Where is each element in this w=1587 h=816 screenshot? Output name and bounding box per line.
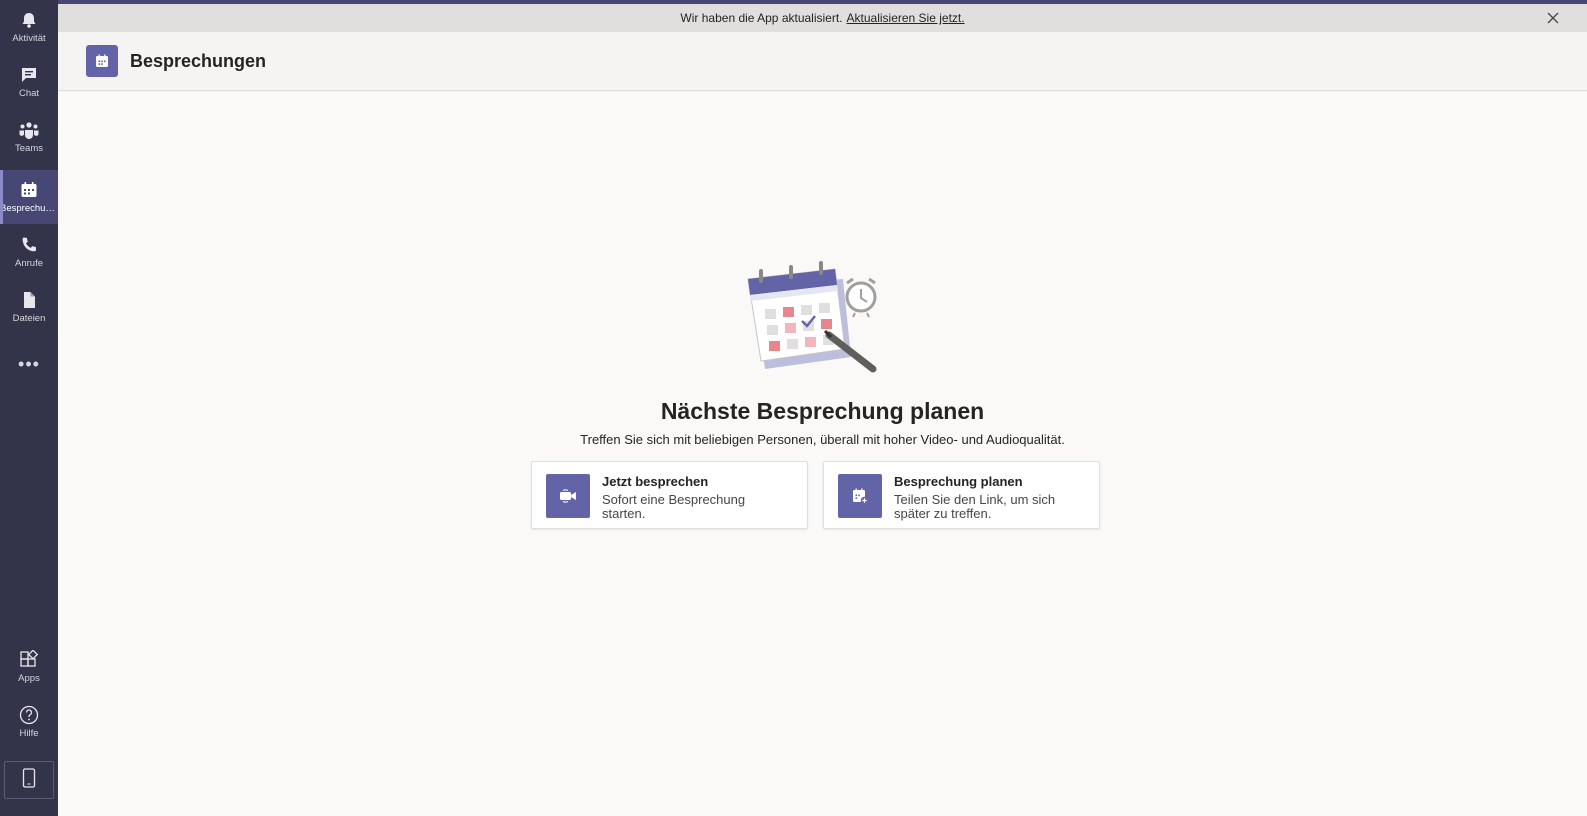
rail-item-label: Besprechungen — [0, 203, 58, 214]
meetings-app-icon — [86, 45, 118, 77]
rail-item-teams[interactable]: Teams — [0, 110, 58, 164]
card-description: Teilen Sie den Link, um sich später zu t… — [894, 492, 1056, 521]
rail-item-label: Teams — [15, 143, 43, 154]
mobile-phone-icon — [22, 767, 36, 793]
rail-item-label: Hilfe — [19, 728, 39, 739]
app-rail: Aktivität Chat Teams Besprechungen Anruf… — [0, 0, 58, 816]
chat-icon — [19, 65, 39, 85]
calendar-add-icon — [838, 474, 882, 518]
rail-item-files[interactable]: Dateien — [0, 280, 58, 334]
rail-item-label: Chat — [18, 88, 40, 99]
close-icon[interactable] — [1545, 10, 1561, 26]
banner-update-link[interactable]: Aktualisieren Sie jetzt. — [847, 11, 965, 25]
card-description: Sofort eine Besprechung starten. — [602, 492, 746, 521]
rail-item-label: Aktivität — [12, 33, 46, 44]
phone-icon — [19, 235, 39, 255]
rail-item-label: Anrufe — [15, 258, 43, 269]
subline: Treffen Sie sich mit beliebigen Personen… — [580, 432, 1065, 447]
rail-item-calls[interactable]: Anrufe — [0, 225, 58, 279]
help-icon — [19, 705, 39, 725]
card-title: Jetzt besprechen — [602, 474, 709, 489]
schedule-meeting-card[interactable]: Besprechung planen Teilen Sie den Link, … — [823, 461, 1100, 529]
apps-icon — [19, 650, 39, 670]
calendar-icon — [19, 180, 39, 200]
video-camera-icon — [546, 474, 590, 518]
bell-icon — [19, 10, 39, 30]
meet-now-card[interactable]: Jetzt besprechen Sofort eine Besprechung… — [531, 461, 808, 529]
banner-text: Wir haben die App aktualisiert. — [680, 11, 843, 25]
mobile-device-button[interactable] — [4, 761, 54, 799]
rail-item-label: Dateien — [12, 313, 46, 324]
headline: Nächste Besprechung planen — [660, 398, 985, 424]
rail-item-help[interactable]: Hilfe — [0, 695, 58, 749]
rail-item-meetings[interactable]: Besprechungen — [0, 170, 58, 224]
rail-item-activity[interactable]: Aktivität — [0, 0, 58, 54]
rail-item-apps[interactable]: Apps — [0, 640, 58, 694]
rail-item-label: Apps — [18, 673, 40, 684]
main-content: Nächste Besprechung planen Treffen Sie s… — [58, 92, 1587, 816]
teams-icon — [19, 120, 39, 140]
calendar-illustration — [743, 257, 893, 377]
card-title: Besprechung planen — [894, 474, 1023, 489]
rail-item-chat[interactable]: Chat — [0, 55, 58, 109]
update-banner: Wir haben die App aktualisiert. Aktualis… — [58, 4, 1587, 32]
file-icon — [19, 290, 39, 310]
more-apps-button[interactable]: ••• — [0, 350, 58, 378]
page-title: Besprechungen — [130, 51, 267, 71]
page-header: Besprechungen — [58, 32, 1587, 91]
